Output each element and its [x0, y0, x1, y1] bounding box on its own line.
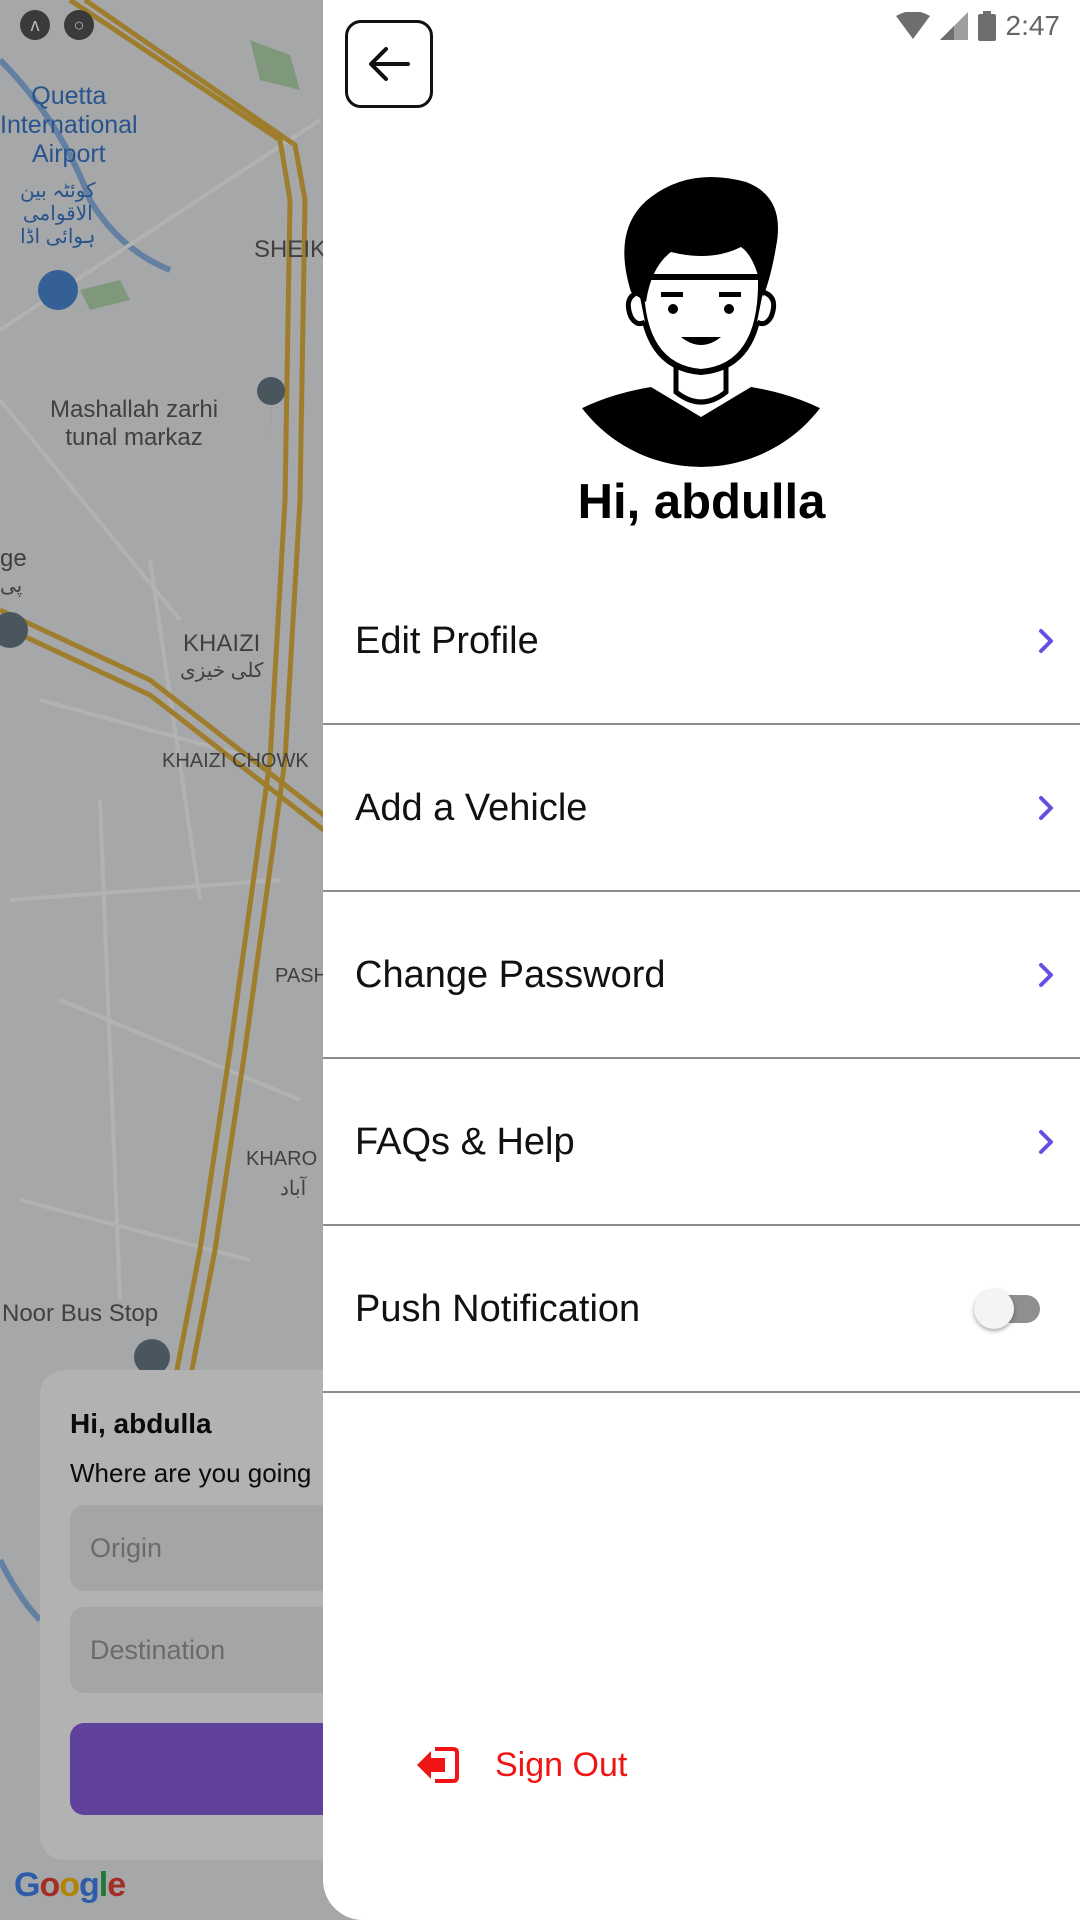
notification-circle-icon: ○: [64, 10, 94, 40]
menu-item-push-notification: Push Notification: [323, 1227, 1080, 1393]
chevron-right-icon: [1032, 961, 1060, 989]
battery-icon: [977, 11, 996, 41]
cell-signal-icon: [939, 12, 968, 40]
sign-out-label: Sign Out: [495, 1745, 628, 1784]
status-time: 2:47: [1005, 10, 1061, 41]
chevron-right-icon: [1032, 627, 1060, 655]
user-avatar-icon: [551, 167, 851, 467]
push-notification-toggle[interactable]: [974, 1289, 1040, 1329]
menu-item-faqs-help[interactable]: FAQs & Help: [323, 1060, 1080, 1226]
menu-item-edit-profile[interactable]: Edit Profile: [323, 559, 1080, 725]
avatar[interactable]: [551, 167, 851, 467]
back-button[interactable]: [345, 20, 433, 108]
menu-item-label: Add a Vehicle: [355, 786, 588, 829]
notification-a-icon: ʌ: [20, 10, 50, 40]
arrow-left-icon: [369, 47, 410, 81]
menu-item-label: FAQs & Help: [355, 1120, 575, 1163]
chevron-right-icon: [1032, 1128, 1060, 1156]
drawer-greeting: Hi, abdulla: [577, 475, 826, 529]
chevron-right-icon: [1032, 794, 1060, 822]
menu-item-change-password[interactable]: Change Password: [323, 893, 1080, 1059]
sign-out-button[interactable]: Sign Out: [415, 1745, 627, 1785]
status-bar: 2:47: [895, 6, 1061, 46]
status-bar-notifications: ʌ ○: [20, 10, 94, 40]
menu-item-label: Push Notification: [355, 1287, 641, 1330]
sign-out-icon: [417, 1747, 459, 1783]
menu-item-label: Edit Profile: [355, 619, 539, 662]
profile-drawer: Hi, abdulla Edit Profile Add a Vehicle C…: [323, 0, 1080, 1920]
toggle-knob: [974, 1289, 1014, 1329]
menu-item-add-vehicle[interactable]: Add a Vehicle: [323, 726, 1080, 892]
wifi-icon: [895, 12, 930, 39]
menu-item-label: Change Password: [355, 953, 666, 996]
